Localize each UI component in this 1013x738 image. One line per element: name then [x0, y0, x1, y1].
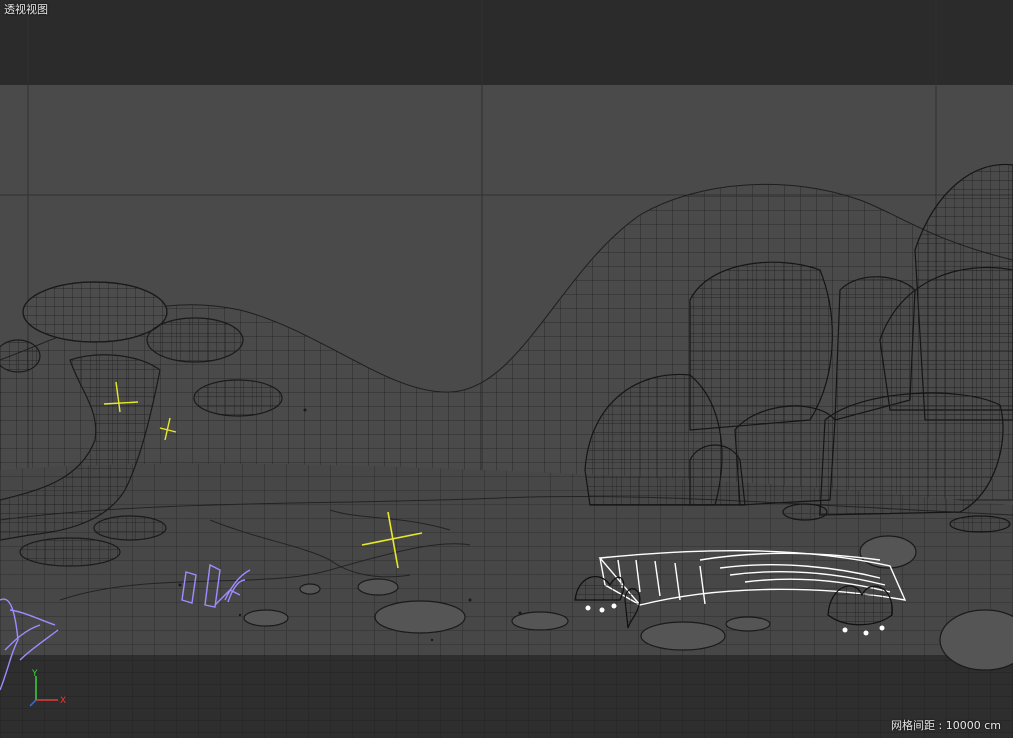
viewport-title[interactable]: 透视视图: [4, 3, 48, 17]
axis-gizmo-icon: Y X: [29, 669, 66, 707]
floor-shadow-grid: [0, 655, 1013, 738]
perspective-viewport[interactable]: 透视视图 网格间距 : 10000 cm Y X: [0, 0, 1013, 738]
grid-spacing-label: 网格间距 : 10000 cm: [891, 719, 1001, 732]
axis-y-label: Y: [31, 669, 38, 679]
scene-canvas[interactable]: [0, 0, 1013, 738]
axis-x-label: X: [60, 696, 66, 706]
lotus-right: [827, 585, 893, 626]
sky-band: [0, 0, 1013, 85]
